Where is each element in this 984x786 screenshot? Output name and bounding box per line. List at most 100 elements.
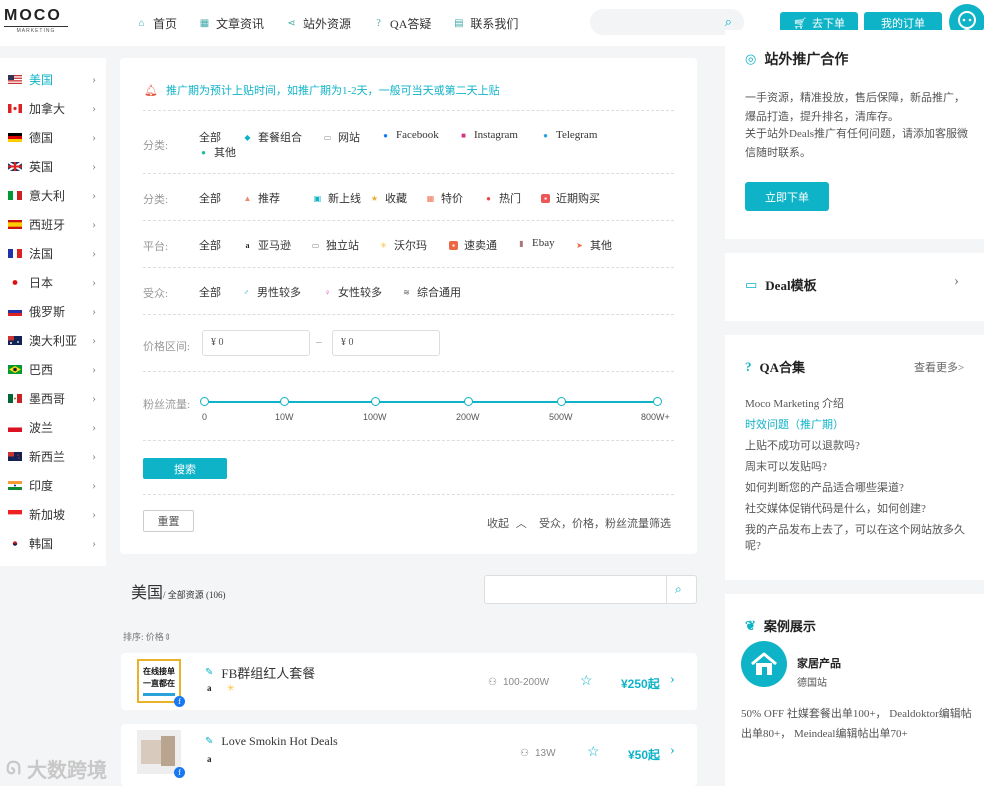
country-item-uk[interactable]: 英国 ›	[0, 152, 106, 181]
price-max-input[interactable]: ¥ 0	[332, 330, 440, 356]
category-label: 分类:	[143, 194, 169, 206]
pl-flag-icon	[8, 423, 22, 432]
country-item-it[interactable]: 意大利 ›	[0, 181, 106, 210]
cat2-option-new[interactable]: ▣ 新上线	[313, 190, 361, 206]
nav-contact[interactable]: ▤ 联系我们	[453, 15, 518, 32]
country-item-pl[interactable]: 波兰 ›	[0, 413, 106, 442]
chevron-right-icon[interactable]: ›	[670, 672, 675, 688]
slider-tick-label: 500W	[549, 412, 573, 422]
country-item-in[interactable]: 印度 ›	[0, 471, 106, 500]
slider-point[interactable]	[371, 397, 380, 406]
header-search-input[interactable]: ⌕	[590, 9, 744, 35]
resource-card[interactable]: f ✎ Love Smokin Hot Deals a ⚇ 13W ☆ ¥50起 ›	[121, 724, 697, 786]
country-item-nz[interactable]: 新西兰 ›	[0, 442, 106, 471]
slider-point[interactable]	[557, 397, 566, 406]
qa-item[interactable]: 周末可以发贴吗?	[745, 459, 970, 475]
qa-item[interactable]: 我的产品发布上去了，可以在这个网站放多久呢?	[745, 522, 970, 554]
cat2-option-hot[interactable]: ● 热门	[484, 190, 521, 206]
chevron-right-icon[interactable]: ›	[670, 743, 675, 759]
country-item-de[interactable]: 德国 ›	[0, 123, 106, 152]
qa-more-link[interactable]: 查看更多>	[914, 359, 964, 375]
country-item-jp[interactable]: 日本 ›	[0, 268, 106, 297]
country-item-es[interactable]: 西班牙 ›	[0, 210, 106, 239]
chevron-right-icon[interactable]: ›	[954, 273, 959, 290]
cat2-option-sale[interactable]: ▦ 特价	[426, 190, 463, 206]
cat2-option-recommend[interactable]: ▲ 推荐	[243, 190, 280, 206]
nav-home[interactable]: ⌂ 首页	[136, 15, 177, 32]
order-now-button[interactable]: 立即下单	[745, 182, 829, 211]
favorite-star-icon[interactable]: ☆	[580, 673, 593, 690]
collapse-hint: 受众，价格，粉丝流量筛选	[539, 518, 671, 530]
fans-slider-track[interactable]	[204, 401, 658, 403]
country-item-sg[interactable]: 新加坡 ›	[0, 500, 106, 529]
country-item-us[interactable]: 美国 ›	[0, 65, 106, 94]
platform-option-ebay[interactable]: ▮ Ebay	[517, 237, 555, 249]
slider-point[interactable]	[653, 397, 662, 406]
collapse-toggle[interactable]: 收起 ︿	[487, 515, 527, 531]
audience-option-male[interactable]: ♂ 男性较多	[242, 284, 302, 300]
slider-point[interactable]	[464, 397, 473, 406]
platform-option-walmart[interactable]: ✳ 沃尔玛	[379, 237, 427, 253]
qa-item[interactable]: 如何判断您的产品适合哪些渠道?	[745, 480, 970, 496]
country-item-br[interactable]: 巴西 ›	[0, 355, 106, 384]
cat1-option-instagram[interactable]: ■ Instagram	[459, 129, 518, 141]
cat1-option-facebook[interactable]: ● Facebook	[381, 129, 439, 141]
chevron-right-icon: ›	[92, 275, 96, 289]
promo-contact: 关于站外Deals推广有任何问题，请添加客服微信随时联系。	[745, 128, 969, 159]
qa-item[interactable]: Moco Marketing 介绍	[745, 396, 970, 412]
platform-option-independent[interactable]: ▭ 独立站	[311, 237, 359, 253]
results-count: / 全部资源 (106)	[163, 590, 226, 600]
divider	[143, 220, 674, 221]
country-item-mx[interactable]: 墨西哥 ›	[0, 384, 106, 413]
country-item-ca[interactable]: 加拿大 ›	[0, 94, 106, 123]
price-min-input[interactable]: ¥ 0	[202, 330, 310, 356]
chevron-right-icon: ›	[92, 449, 96, 463]
qa-item[interactable]: 上贴不成功可以退款吗?	[745, 438, 970, 454]
nav-articles[interactable]: ▦ 文章资讯	[199, 15, 264, 32]
qa-item[interactable]: 时效问题（推广期）	[745, 417, 970, 433]
option-label: Ebay	[532, 237, 555, 249]
divider	[143, 494, 674, 495]
search-button[interactable]: 搜索	[143, 458, 227, 479]
qa-item[interactable]: 社交媒体促销代码是什么，如何创建?	[745, 501, 970, 517]
platform-option-amazon[interactable]: a 亚马逊	[243, 237, 292, 253]
cat1-option-telegram[interactable]: ● Telegram	[541, 129, 597, 141]
search-icon[interactable]: ⌕	[725, 14, 732, 30]
deal-template-panel[interactable]: ▭ Deal模板 ›	[725, 253, 984, 321]
resource-title[interactable]: ✎ FB群组红人套餐	[205, 663, 315, 682]
cat2-option-favorite[interactable]: ★ 收藏	[370, 190, 407, 206]
slider-point[interactable]	[280, 397, 289, 406]
country-item-kr[interactable]: 韩国 ›	[0, 529, 106, 558]
audience-option-general[interactable]: ≋ 综合通用	[402, 284, 461, 300]
kr-flag-icon	[8, 539, 22, 548]
favorite-star-icon[interactable]: ☆	[587, 744, 600, 761]
country-item-au[interactable]: 澳大利亚 ›	[0, 326, 106, 355]
resource-title[interactable]: ✎ Love Smokin Hot Deals	[205, 734, 338, 749]
cat1-option-all[interactable]: 全部	[199, 129, 221, 145]
reset-button[interactable]: 重置	[143, 510, 194, 532]
tag-icon: ▦	[426, 193, 435, 203]
platform-option-aliexpress[interactable]: ▪ 速卖通	[449, 237, 497, 253]
cat2-option-all[interactable]: 全部	[199, 190, 221, 206]
bell-icon: 🔔︎	[144, 84, 158, 97]
resource-title-text: Love Smokin Hot Deals	[221, 734, 338, 748]
resource-price: ¥250起	[621, 677, 660, 691]
cat2-option-recent[interactable]: ▪ 近期购买	[541, 190, 600, 206]
audience-option-female[interactable]: ♀ 女性较多	[323, 284, 383, 300]
audience-option-all[interactable]: 全部	[199, 284, 221, 300]
search-icon[interactable]: ⌕	[675, 582, 682, 597]
platform-option-other[interactable]: ➤ 其他	[575, 237, 612, 253]
country-item-ru[interactable]: 俄罗斯 ›	[0, 297, 106, 326]
platform-option-all[interactable]: 全部	[199, 237, 221, 253]
nav-qa[interactable]: ? QA答疑	[373, 15, 431, 32]
country-item-fr[interactable]: 法国 ›	[0, 239, 106, 268]
resource-card[interactable]: 在线接单 一直都在 f ✎ FB群组红人套餐 a ✳ ⚇ 100-200W ☆ ¥2…	[121, 653, 697, 710]
slider-point[interactable]	[200, 397, 209, 406]
sort-by-price[interactable]: 排序: 价格⇕	[123, 630, 171, 643]
cat1-option-bundle[interactable]: ◆ 套餐组合	[243, 129, 302, 145]
nav-resources[interactable]: ⋖ 站外资源	[286, 15, 351, 32]
cat1-option-other[interactable]: ● 其他	[199, 144, 236, 160]
results-search-input[interactable]: ⌕	[484, 575, 697, 604]
logo[interactable]: MOCO MARKETING	[4, 8, 68, 34]
cat1-option-website[interactable]: ▭ 网站	[323, 129, 360, 145]
